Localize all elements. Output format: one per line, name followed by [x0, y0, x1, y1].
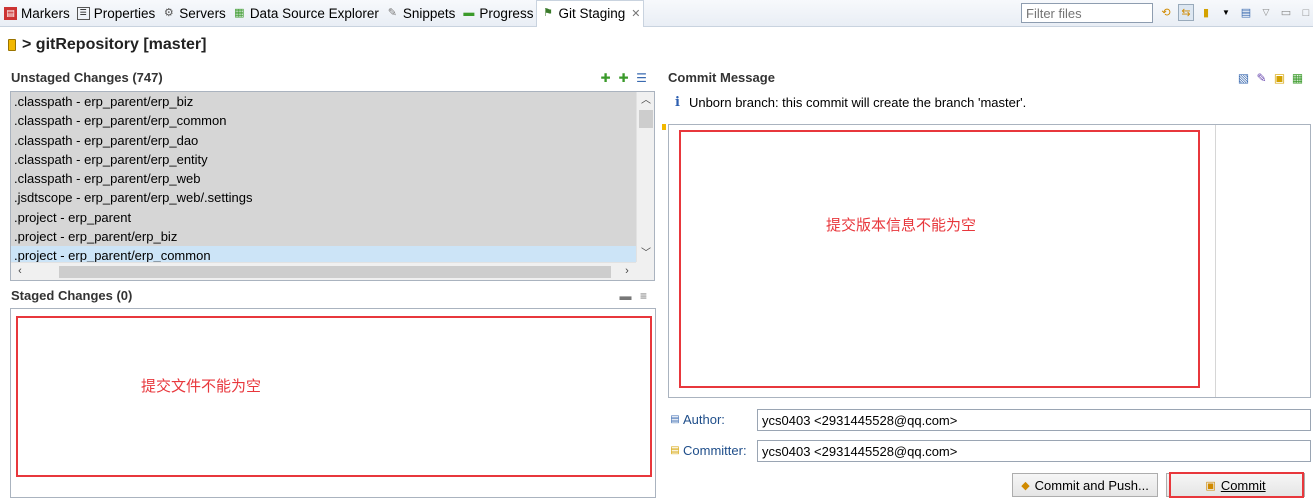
repository-icon: [8, 39, 16, 51]
tab-markers[interactable]: ▤ Markers: [0, 0, 73, 27]
horizontal-scrollbar[interactable]: ‹ ›: [11, 262, 636, 280]
committer-icon: ▤: [670, 445, 680, 456]
tab-label: Data Source Explorer: [249, 5, 379, 21]
tab-git-staging[interactable]: ⚑ Git Staging ✕: [536, 0, 645, 27]
maximize-icon[interactable]: □: [1298, 4, 1313, 21]
progress-icon: ▬: [463, 6, 475, 19]
tab-data-source-explorer[interactable]: ▦ Data Source Explorer: [229, 0, 382, 27]
list-item[interactable]: .jsdtscope - erp_parent/erp_web/.setting…: [11, 188, 636, 207]
tab-label: Servers: [179, 5, 226, 21]
info-message: i Unborn branch: this commit will create…: [675, 95, 1026, 110]
unstaged-changes-title: Unstaged Changes (747): [11, 70, 163, 85]
scrollbar-corner: [636, 262, 654, 280]
markers-icon: ▤: [4, 6, 17, 20]
view-toolbar: ⟲ ⇆ ▮ ▼ ▤ ▽ ▭ □: [1158, 4, 1313, 21]
filter-files-input[interactable]: [1021, 3, 1153, 23]
unstaged-toolbar: ✚ ✚ ☰: [599, 71, 648, 85]
commit-and-push-label: Commit and Push...: [1034, 477, 1149, 493]
list-item[interactable]: .classpath - erp_parent/erp_web: [11, 169, 636, 188]
message-margin-divider: [1215, 125, 1216, 397]
sync-icon[interactable]: ⟲: [1158, 4, 1174, 21]
tab-label: Git Staging: [558, 6, 626, 21]
list-item[interactable]: .classpath - erp_parent/erp_dao: [11, 131, 636, 150]
data-source-icon: ▦: [234, 6, 245, 19]
change-id-icon[interactable]: ▦: [1291, 71, 1304, 85]
add-icon[interactable]: ✚: [599, 71, 612, 85]
git-staging-icon: ⚑: [543, 7, 553, 19]
commit-toolbar: ▧ ✎ ▣ ▦: [1237, 71, 1304, 85]
commit-annotation-box: [679, 130, 1200, 388]
author-field[interactable]: [757, 409, 1311, 431]
scroll-left-icon[interactable]: ‹: [11, 263, 29, 280]
tab-label: Properties: [93, 5, 156, 21]
close-icon[interactable]: ✕: [631, 7, 640, 20]
amend-icon[interactable]: ▣: [1273, 71, 1286, 85]
staged-annotation-text: 提交文件不能为空: [141, 377, 262, 395]
page-title: > gitRepository [master]: [22, 36, 207, 53]
repository-header: > gitRepository [master]: [8, 36, 206, 54]
servers-icon: ⚙: [163, 6, 174, 19]
list-item[interactable]: .classpath - erp_parent/erp_common: [11, 111, 636, 130]
push-icon: ◆: [1021, 479, 1030, 492]
layout-icon[interactable]: ▤: [1238, 4, 1254, 21]
info-icon: i: [675, 95, 680, 110]
committer-label: ▤ Committer:: [670, 443, 747, 458]
tab-properties[interactable]: ☰ Properties: [73, 0, 159, 27]
spell-check-icon[interactable]: ▧: [1237, 71, 1250, 85]
staged-toolbar: ▬ ≡: [619, 289, 650, 303]
scroll-up-icon[interactable]: ︿: [637, 92, 655, 109]
author-icon: ▤: [670, 414, 680, 425]
snippets-icon: ✎: [387, 6, 397, 19]
list-item[interactable]: .project - erp_parent: [11, 208, 636, 227]
chevron-down-icon[interactable]: ▼: [1218, 4, 1234, 21]
unstaged-list: .classpath - erp_parent/erp_biz .classpa…: [10, 91, 655, 281]
tab-label: Snippets: [402, 5, 456, 21]
scroll-thumb[interactable]: [59, 266, 611, 278]
remove-all-icon[interactable]: ≡: [637, 289, 650, 303]
commit-message-title: Commit Message: [668, 70, 775, 85]
link-icon[interactable]: ⇆: [1178, 4, 1194, 21]
minimize-icon[interactable]: ▭: [1278, 4, 1294, 21]
tab-progress[interactable]: ▬ Progress: [458, 0, 536, 27]
info-text: Unborn branch: this commit will create t…: [688, 95, 1027, 110]
list-item[interactable]: .project - erp_parent/erp_biz: [11, 227, 636, 246]
warning-marker-icon: [662, 124, 666, 130]
list-item[interactable]: .classpath - erp_parent/erp_biz: [11, 92, 636, 111]
list-item-selected[interactable]: .project - erp_parent/erp_common: [11, 246, 636, 262]
tab-label: Progress: [479, 5, 534, 21]
list-view-icon[interactable]: ☰: [635, 71, 648, 85]
remove-icon[interactable]: ▬: [619, 289, 632, 303]
tab-servers[interactable]: ⚙ Servers: [158, 0, 229, 27]
scroll-down-icon[interactable]: ﹀: [637, 245, 655, 262]
author-label: ▤ Author:: [670, 412, 725, 427]
commit-button-annotation-box: [1169, 472, 1304, 498]
commit-annotation-text: 提交版本信息不能为空: [826, 216, 977, 234]
staged-annotation-box: [16, 316, 652, 477]
committer-field[interactable]: [757, 440, 1311, 462]
list-item[interactable]: .classpath - erp_parent/erp_entity: [11, 150, 636, 169]
vertical-scrollbar[interactable]: ︿ ﹀: [636, 92, 654, 262]
commit-and-push-button[interactable]: ◆ Commit and Push...: [1012, 473, 1158, 497]
sign-off-icon[interactable]: ✎: [1255, 71, 1268, 85]
scroll-right-icon[interactable]: ›: [618, 263, 636, 280]
add-all-icon[interactable]: ✚: [617, 71, 630, 85]
repository-icon[interactable]: ▮: [1198, 4, 1214, 21]
properties-icon: ☰: [76, 6, 90, 20]
scroll-thumb[interactable]: [639, 110, 653, 128]
staged-changes-title: Staged Changes (0): [11, 288, 133, 303]
unstaged-file-list: .classpath - erp_parent/erp_biz .classpa…: [11, 92, 636, 262]
tab-label: Markers: [21, 5, 70, 21]
tab-snippets[interactable]: ✎ Snippets: [382, 0, 459, 27]
view-menu-icon[interactable]: ▽: [1258, 4, 1274, 21]
